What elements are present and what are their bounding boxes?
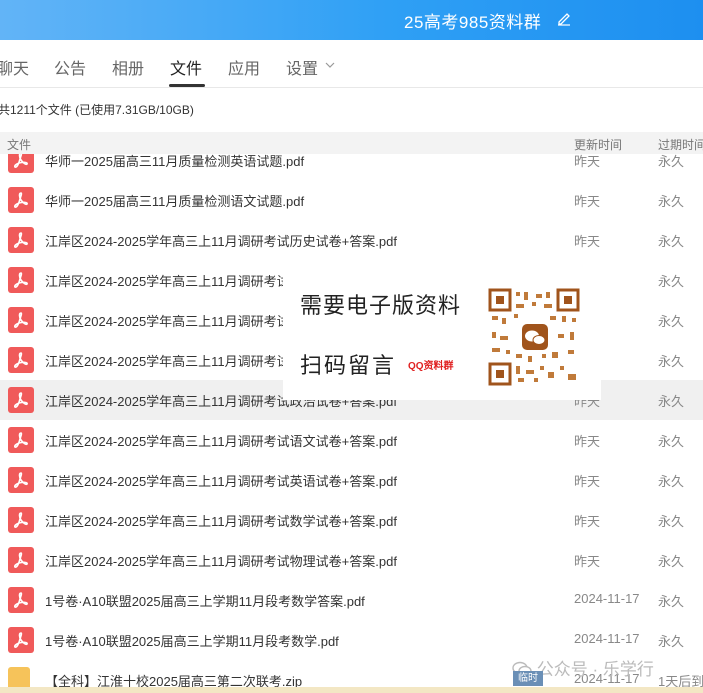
file-name[interactable]: 江岸区2024-2025学年高三上11月调研考试历史试卷+答案.pdf [45, 231, 397, 250]
tab-files[interactable]: 文件 [170, 55, 202, 79]
pdf-file-icon [8, 427, 34, 453]
file-name[interactable]: 江岸区2024-2025学年高三上11月调研考试语文试卷+答案.pdf [45, 431, 397, 450]
file-row[interactable]: 江岸区2024-2025学年高三上11月调研考试物理试卷+答案.pdf 昨天 永久 [0, 540, 703, 580]
column-updated[interactable]: 更新时间 [574, 136, 622, 153]
pdf-file-icon [8, 587, 34, 613]
pdf-file-icon [8, 347, 34, 373]
chevron-down-icon[interactable] [325, 62, 335, 69]
promo-overlay: 需要电子版资料 扫码留言 QQ资料群 [283, 268, 601, 400]
file-name[interactable]: 江岸区2024-2025学年高三上11月调研考试地 [45, 351, 303, 370]
promo-line-1: 需要电子版资料 [300, 293, 462, 318]
pdf-file-icon [8, 627, 34, 653]
active-tab-indicator [169, 84, 205, 87]
pdf-file-icon [8, 507, 34, 533]
watermark-text: 公众号 · 乐学行 [536, 660, 654, 679]
file-row[interactable]: 江岸区2024-2025学年高三上11月调研考试数学试卷+答案.pdf 昨天 永久 [0, 500, 703, 540]
tab-settings[interactable]: 设置 [286, 55, 318, 79]
file-updated: 昨天 [574, 434, 601, 449]
bottom-strip [0, 687, 703, 693]
file-row[interactable]: 江岸区2024-2025学年高三上11月调研考试历史试卷+答案.pdf 昨天 永久 [0, 220, 703, 260]
file-expires: 永久 [658, 194, 685, 209]
file-expires: 永久 [658, 274, 685, 289]
column-header: 文件 更新时间 过期时间 [0, 132, 703, 154]
storage-summary: 共1211个文件 (已使用7.31GB/10GB) [0, 103, 194, 117]
file-updated: 2024-11-17 [574, 631, 640, 646]
pdf-file-icon [8, 227, 34, 253]
file-expires: 永久 [658, 514, 685, 529]
pencil-icon[interactable] [556, 10, 572, 26]
file-expires: 永久 [658, 234, 685, 249]
file-row[interactable]: 1号卷·A10联盟2025届高三上学期11月段考数学答案.pdf 2024-11-… [0, 580, 703, 620]
file-expires: 永久 [658, 474, 685, 489]
file-name[interactable]: 1号卷·A10联盟2025届高三上学期11月段考数学.pdf [45, 631, 339, 650]
file-updated: 昨天 [574, 194, 601, 209]
qr-code-icon [488, 288, 580, 386]
file-expires: 永久 [658, 434, 685, 449]
file-row[interactable]: 1号卷·A10联盟2025届高三上学期11月段考数学.pdf 2024-11-17… [0, 620, 703, 660]
file-row[interactable]: 江岸区2024-2025学年高三上11月调研考试英语试卷+答案.pdf 昨天 永久 [0, 460, 703, 500]
file-expires: 永久 [658, 314, 685, 329]
file-updated: 昨天 [574, 234, 601, 249]
file-name[interactable]: 江岸区2024-2025学年高三上11月调研考试生 [45, 271, 303, 290]
tab-bar: 聊天 公告 相册 文件 应用 设置 [0, 40, 703, 88]
file-name[interactable]: 江岸区2024-2025学年高三上11月调研考试英语试卷+答案.pdf [45, 471, 397, 490]
column-file[interactable]: 文件 [7, 136, 31, 153]
tab-apps[interactable]: 应用 [228, 55, 260, 79]
group-name: 25高考985资料群 [404, 13, 542, 32]
file-name[interactable]: 华师一2025届高三11月质量检测语文试题.pdf [45, 191, 304, 210]
pdf-file-icon [8, 467, 34, 493]
file-updated: 昨天 [574, 474, 601, 489]
file-row[interactable]: 江岸区2024-2025学年高三上11月调研考试语文试卷+答案.pdf 昨天 永久 [0, 420, 703, 460]
column-expires[interactable]: 过期时间 [658, 136, 703, 153]
file-name[interactable]: 江岸区2024-2025学年高三上11月调研考试物理试卷+答案.pdf [45, 551, 397, 570]
file-updated: 昨天 [574, 554, 601, 569]
pdf-file-icon [8, 307, 34, 333]
pdf-file-icon [8, 547, 34, 573]
file-expires: 永久 [658, 354, 685, 369]
file-expires: 永久 [658, 554, 685, 569]
file-name[interactable]: 1号卷·A10联盟2025届高三上学期11月段考数学答案.pdf [45, 591, 365, 610]
promo-line-2: 扫码留言 [300, 353, 397, 378]
tab-chat[interactable]: 聊天 [0, 55, 29, 79]
promo-tag: QQ资料群 [408, 361, 454, 372]
file-updated: 2024-11-17 [574, 591, 640, 606]
file-row[interactable]: 华师一2025届高三11月质量检测语文试题.pdf 昨天 永久 [0, 180, 703, 220]
file-expires: 永久 [658, 634, 685, 649]
file-expires: 永久 [658, 594, 685, 609]
file-expires: 永久 [658, 394, 685, 409]
title-bar: 25高考985资料群 [0, 0, 703, 40]
pdf-file-icon [8, 267, 34, 293]
pdf-file-icon [8, 187, 34, 213]
tab-announcement[interactable]: 公告 [54, 55, 86, 79]
file-name[interactable]: 江岸区2024-2025学年高三上11月调研考试数学试卷+答案.pdf [45, 511, 397, 530]
temp-badge: 临时 [513, 671, 543, 686]
file-updated: 昨天 [574, 514, 601, 529]
pdf-file-icon [8, 387, 34, 413]
file-name[interactable]: 江岸区2024-2025学年高三上11月调研考试化 [45, 311, 303, 330]
tab-album[interactable]: 相册 [112, 55, 144, 79]
file-list: 华师一2025届高三11月质量检测英语试题.pdf 昨天 永久 华师一2025届高三1… [0, 146, 703, 693]
